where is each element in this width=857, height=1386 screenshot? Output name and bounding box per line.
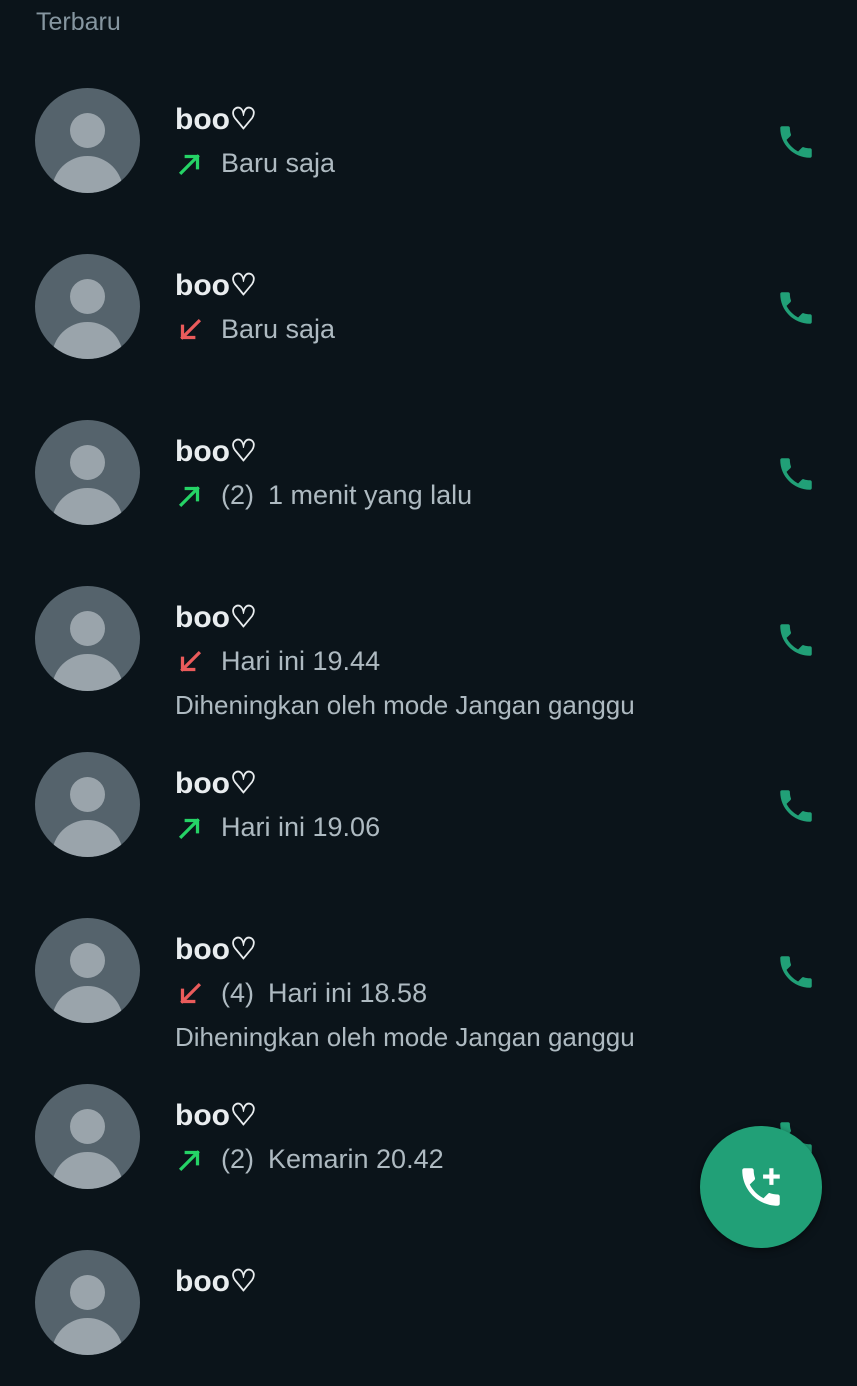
- call-time: Baru saja: [221, 148, 336, 178]
- call-note: Diheningkan oleh mode Jangan ganggu: [175, 690, 635, 720]
- call-count: (4): [221, 978, 254, 1008]
- arrow-down-left-icon: [180, 982, 202, 1004]
- phone-icon: [780, 458, 812, 490]
- voice-call-button[interactable]: [770, 780, 822, 832]
- default-avatar-icon[interactable]: [35, 254, 140, 359]
- call-note: Diheningkan oleh mode Jangan ganggu: [175, 1022, 635, 1052]
- contact-name: boo♡: [175, 1099, 257, 1132]
- call-log-row[interactable]: boo♡ Baru saja: [0, 58, 857, 224]
- phone-icon: [780, 624, 812, 656]
- arrow-down-left-icon: [180, 650, 202, 672]
- call-time: Hari ini 19.06: [221, 812, 381, 842]
- call-details: Baru saja: [175, 314, 335, 345]
- call-log-row[interactable]: boo♡ Hari ini 19.44 Diheningkan oleh mode …: [0, 556, 857, 722]
- default-avatar-icon[interactable]: [35, 752, 140, 857]
- default-avatar-icon[interactable]: [35, 1084, 140, 1189]
- call-log-row[interactable]: boo♡ (4) Hari ini 18.58 Diheningkan oleh mo…: [0, 888, 857, 1054]
- call-count: (2): [221, 480, 254, 510]
- call-log-row[interactable]: boo♡: [0, 1220, 857, 1386]
- contact-name: boo♡: [175, 269, 257, 302]
- arrow-down-left-icon: [180, 318, 202, 340]
- contact-name: boo♡: [175, 767, 257, 800]
- contact-name: boo♡: [175, 601, 257, 634]
- contact-name: boo♡: [175, 1265, 257, 1298]
- call-details: Baru saja: [175, 148, 335, 179]
- voice-call-button[interactable]: [770, 282, 822, 334]
- phone-icon: [780, 956, 812, 988]
- section-header: Terbaru: [36, 8, 121, 36]
- contact-name: boo♡: [175, 435, 257, 468]
- voice-call-button[interactable]: [770, 116, 822, 168]
- call-details: Hari ini 19.06: [175, 812, 380, 843]
- new-call-fab[interactable]: [700, 1126, 822, 1248]
- call-time: Kemarin 20.42: [268, 1144, 444, 1174]
- call-time: Hari ini 18.58: [268, 978, 428, 1008]
- call-details: (2) Kemarin 20.42: [175, 1144, 444, 1175]
- phone-icon: [780, 790, 812, 822]
- call-time: 1 menit yang lalu: [268, 480, 473, 510]
- call-log-row[interactable]: boo♡ Hari ini 19.06: [0, 722, 857, 888]
- arrow-up-right-icon: [178, 485, 200, 507]
- default-avatar-icon[interactable]: [35, 1250, 140, 1355]
- call-details: (4) Hari ini 18.58: [175, 978, 427, 1009]
- call-details: (2) 1 menit yang lalu: [175, 480, 472, 511]
- phone-icon: [780, 126, 812, 158]
- call-details: Hari ini 19.44: [175, 646, 380, 677]
- contact-name: boo♡: [175, 103, 257, 136]
- call-log-row[interactable]: boo♡ Baru saja: [0, 224, 857, 390]
- arrow-up-right-icon: [178, 153, 200, 175]
- default-avatar-icon[interactable]: [35, 918, 140, 1023]
- default-avatar-icon[interactable]: [35, 420, 140, 525]
- add-call-icon: [742, 1168, 780, 1206]
- voice-call-button[interactable]: [770, 614, 822, 666]
- arrow-up-right-icon: [178, 1149, 200, 1171]
- default-avatar-icon[interactable]: [35, 88, 140, 193]
- voice-call-button[interactable]: [770, 946, 822, 998]
- arrow-up-right-icon: [178, 817, 200, 839]
- call-log-row[interactable]: boo♡ (2) 1 menit yang lalu: [0, 390, 857, 556]
- call-time: Hari ini 19.44: [221, 646, 381, 676]
- phone-icon: [780, 292, 812, 324]
- contact-name: boo♡: [175, 933, 257, 966]
- call-time: Baru saja: [221, 314, 336, 344]
- default-avatar-icon[interactable]: [35, 586, 140, 691]
- voice-call-button[interactable]: [770, 448, 822, 500]
- call-count: (2): [221, 1144, 254, 1174]
